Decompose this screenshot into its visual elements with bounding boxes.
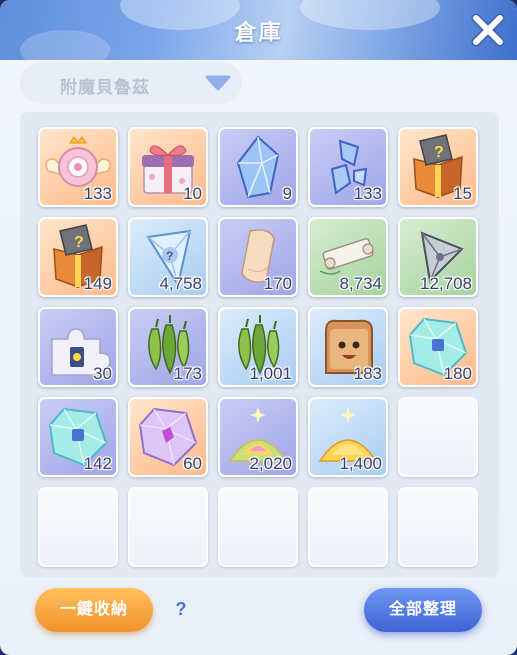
- item-count: 4,758: [159, 274, 202, 293]
- item-count: 170: [263, 274, 292, 293]
- store-all-button[interactable]: 一鍵收納: [35, 588, 153, 632]
- inventory-grid: 133 10 9 133? 15? 149? 4,758 170 8,734 12,708 30 17…: [20, 112, 499, 577]
- inventory-slot[interactable]: ? 15: [398, 127, 478, 207]
- item-count: 1,400: [339, 454, 382, 473]
- item-count: 30: [93, 364, 112, 383]
- item-count: 10: [183, 184, 202, 203]
- item-count: 183: [353, 364, 382, 383]
- item-count: 60: [183, 454, 202, 473]
- empty-slot[interactable]: [308, 487, 388, 567]
- inventory-slot[interactable]: 180: [398, 307, 478, 387]
- inventory-slot[interactable]: 133: [38, 127, 118, 207]
- close-icon[interactable]: [468, 10, 508, 50]
- inventory-slot[interactable]: 12,708: [398, 217, 478, 297]
- window-title: 倉庫: [234, 20, 283, 45]
- category-dropdown[interactable]: 附魔貝魯茲: [20, 62, 242, 104]
- item-count: 15: [453, 184, 472, 203]
- inventory-slot[interactable]: 183: [308, 307, 388, 387]
- help-icon[interactable]: ?: [170, 599, 192, 621]
- inventory-slot[interactable]: 142: [38, 397, 118, 477]
- svg-text:?: ?: [434, 144, 444, 161]
- item-count: 12,708: [420, 274, 472, 293]
- item-count: 173: [173, 364, 202, 383]
- inventory-slot[interactable]: 133: [308, 127, 388, 207]
- inventory-slot[interactable]: 60: [128, 397, 208, 477]
- inventory-slot[interactable]: 170: [218, 217, 298, 297]
- empty-slot[interactable]: [218, 487, 298, 567]
- inventory-slot[interactable]: 8,734: [308, 217, 388, 297]
- item-count: 2,020: [249, 454, 292, 473]
- item-count: 180: [443, 364, 472, 383]
- inventory-slot[interactable]: 9: [218, 127, 298, 207]
- inventory-slot[interactable]: 10: [128, 127, 208, 207]
- inventory-slot[interactable]: 2,020: [218, 397, 298, 477]
- item-count: 9: [282, 184, 292, 203]
- inventory-slot[interactable]: 1,001: [218, 307, 298, 387]
- item-count: 1,001: [249, 364, 292, 383]
- empty-slot[interactable]: [128, 487, 208, 567]
- item-count: 149: [83, 274, 112, 293]
- item-count: 133: [353, 184, 382, 203]
- warehouse-window: 倉庫 附魔貝魯茲 133 10 9 133? 15? 149? 4,758 170 8,734 1…: [0, 0, 517, 655]
- inventory-slot[interactable]: 30: [38, 307, 118, 387]
- inventory-slot[interactable]: ? 149: [38, 217, 118, 297]
- svg-text:?: ?: [74, 234, 84, 251]
- inventory-slot[interactable]: ? 4,758: [128, 217, 208, 297]
- sort-all-button[interactable]: 全部整理: [364, 588, 482, 632]
- svg-text:?: ?: [166, 249, 173, 263]
- item-count: 142: [83, 454, 112, 473]
- inventory-slot[interactable]: 1,400: [308, 397, 388, 477]
- title-bar: 倉庫: [0, 0, 517, 70]
- empty-slot[interactable]: [38, 487, 118, 567]
- item-count: 8,734: [339, 274, 382, 293]
- empty-slot[interactable]: [398, 487, 478, 567]
- item-count: 133: [83, 184, 112, 203]
- empty-slot[interactable]: [398, 397, 478, 477]
- chevron-down-icon: [204, 74, 232, 97]
- inventory-slot[interactable]: 173: [128, 307, 208, 387]
- dropdown-selected-label: 附魔貝魯茲: [60, 78, 150, 97]
